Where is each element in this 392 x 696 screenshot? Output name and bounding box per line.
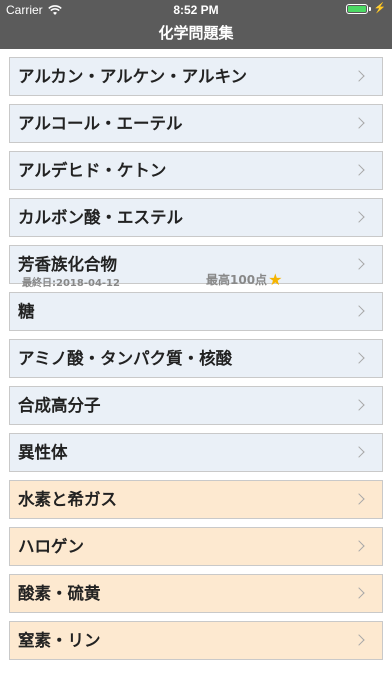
- chevron-right-icon: [353, 305, 365, 317]
- last-played-date: 最終日:2018-04-12: [22, 278, 120, 289]
- topic-row[interactable]: カルボン酸・エステル: [9, 198, 383, 237]
- topic-label: 酸素・硫黄: [18, 584, 101, 603]
- topic-row[interactable]: アルデヒド・ケトン: [9, 151, 383, 190]
- chevron-right-icon: [353, 258, 365, 270]
- topic-label: アルコール・エーテル: [18, 114, 183, 133]
- topic-label: アルデヒド・ケトン: [18, 161, 167, 180]
- topic-row[interactable]: アルコール・エーテル: [9, 104, 383, 143]
- topic-label: 合成高分子: [18, 396, 101, 415]
- battery-full-charging-icon: [345, 4, 368, 14]
- chevron-right-icon: [353, 70, 365, 82]
- battery-indicator: ⚡: [345, 3, 386, 14]
- topic-label: 水素と希ガス: [18, 490, 117, 509]
- best-score-text: 最高100点: [206, 273, 268, 287]
- chevron-right-icon: [353, 493, 365, 505]
- battery-tip: [368, 7, 371, 11]
- chevron-right-icon: [353, 399, 365, 411]
- topic-label: アルカン・アルケン・アルキン: [18, 67, 248, 86]
- topic-row[interactable]: 窒素・リン: [9, 621, 383, 660]
- chevron-right-icon: [353, 164, 365, 176]
- topic-label: ハロゲン: [18, 537, 84, 556]
- topic-label: カルボン酸・エステル: [18, 208, 183, 227]
- topic-row[interactable]: 異性体: [9, 433, 383, 472]
- chevron-right-icon: [353, 540, 365, 552]
- topic-label: 異性体: [18, 443, 68, 462]
- topic-row[interactable]: 合成高分子: [9, 386, 383, 425]
- chevron-right-icon: [353, 117, 365, 129]
- chevron-right-icon: [353, 211, 365, 223]
- chevron-right-icon: [353, 587, 365, 599]
- topic-list[interactable]: アルカン・アルケン・アルキン アルコール・エーテル アルデヒド・ケトン カルボン酸・エ…: [0, 49, 392, 660]
- charging-bolt-icon: ⚡: [373, 3, 386, 14]
- topic-row[interactable]: アミノ酸・タンパク質・核酸: [9, 339, 383, 378]
- best-score: 最高100点 ★: [206, 271, 282, 288]
- page-title: 化学問題集: [158, 24, 234, 42]
- status-time: 8:52 PM: [173, 3, 219, 17]
- topic-label: 窒素・リン: [18, 631, 101, 650]
- topic-row[interactable]: ハロゲン: [9, 527, 383, 566]
- chevron-right-icon: [353, 446, 365, 458]
- battery-fill: [347, 6, 366, 12]
- topic-row[interactable]: 糖: [9, 292, 383, 331]
- topic-label: 糖: [18, 302, 35, 321]
- topic-row[interactable]: 水素と希ガス: [9, 480, 383, 519]
- chevron-right-icon: [353, 634, 365, 646]
- topic-row[interactable]: 酸素・硫黄: [9, 574, 383, 613]
- status-bar: Carrier 8:52 PM ⚡: [0, 0, 392, 20]
- topic-label: アミノ酸・タンパク質・核酸: [18, 349, 233, 368]
- star-icon: ★: [268, 269, 283, 289]
- topic-row[interactable]: アルカン・アルケン・アルキン: [9, 57, 383, 96]
- topic-label: 芳香族化合物: [18, 255, 117, 274]
- topic-row[interactable]: 芳香族化合物最終日:2018-04-12 最高100点 ★: [9, 245, 383, 289]
- navigation-bar: 化学問題集: [0, 20, 392, 49]
- chevron-right-icon: [353, 352, 365, 364]
